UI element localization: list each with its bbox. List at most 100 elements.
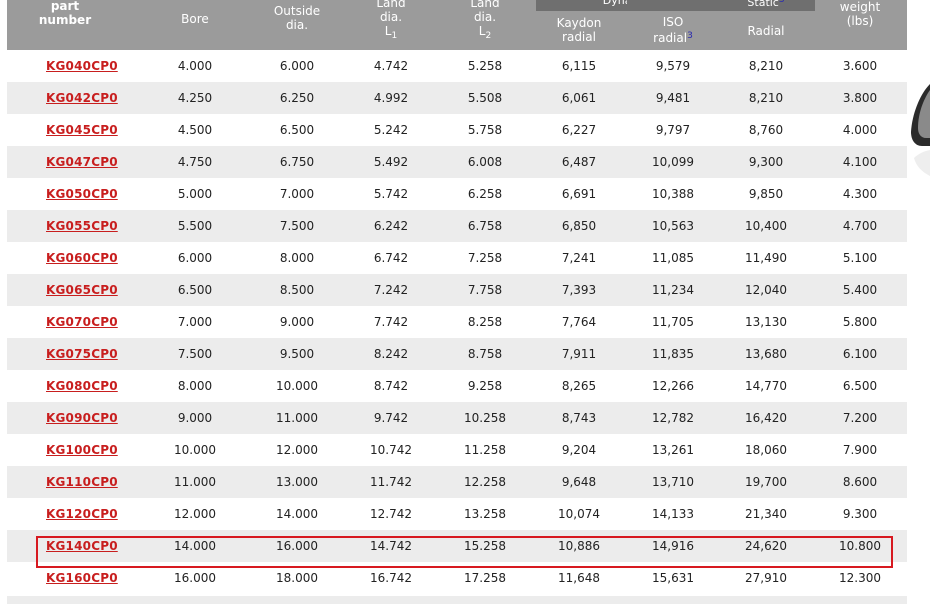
cell-kaydon-radial: 7,393: [531, 274, 627, 306]
cell-land-dia-l2: 15.258: [439, 530, 531, 562]
cell-kaydon-radial: 6,691: [531, 178, 627, 210]
part-number-link[interactable]: KG045CP0: [46, 123, 118, 137]
cell-kaydon-radial: 7,911: [531, 338, 627, 370]
cell-land-dia-l2: 10.258: [439, 402, 531, 434]
cell-land-dia-l1: 16.742: [343, 562, 439, 594]
part-number-link[interactable]: KG080CP0: [46, 379, 118, 393]
cell-kaydon-radial: 6,487: [531, 146, 627, 178]
cell-kaydon-radial: 6,850: [531, 210, 627, 242]
table-row: KG140CP0 14.000 16.000 14.742 15.258 10,886 14…: [7, 530, 907, 562]
cell-iso-radial: 10,563: [627, 210, 719, 242]
cell-iso-radial: 13,710: [627, 466, 719, 498]
cell-land-dia-l2: 13.258: [439, 498, 531, 530]
cell-land-dia-l2: 12.258: [439, 466, 531, 498]
cell-part-number: KG120CP0: [7, 498, 139, 530]
part-number-link[interactable]: KG070CP0: [46, 315, 118, 329]
part-number-link[interactable]: KG042CP0: [46, 91, 118, 105]
cell-weight: 3.600: [813, 50, 907, 82]
cell-land-dia-l1: 7.742: [343, 306, 439, 338]
part-number-link[interactable]: KG120CP0: [46, 507, 118, 521]
cell-part-number: KG045CP0: [7, 114, 139, 146]
table-row: KG065CP0 6.500 8.500 7.242 7.758 7,393 11,234 1…: [7, 274, 907, 306]
cell-bore: 4.250: [139, 82, 251, 114]
col-header-land-dia-l2: Land dia. L2: [439, 0, 531, 50]
cell-static-radial: 24,620: [719, 530, 813, 562]
cell-bore: 12.000: [139, 498, 251, 530]
cell-kaydon-radial: 10,074: [531, 498, 627, 530]
cell-part-number: KG140CP0: [7, 530, 139, 562]
cell-bore: 7.500: [139, 338, 251, 370]
cell-bore: 10.000: [139, 434, 251, 466]
cell-static-radial: 9,300: [719, 146, 813, 178]
cell-part-number: KG070CP0: [7, 306, 139, 338]
cell-kaydon-radial: 6,115: [531, 50, 627, 82]
cell-iso-radial: 10,099: [627, 146, 719, 178]
cell-land-dia-l1: 12.742: [343, 498, 439, 530]
cell-part-number: KG110CP0: [7, 466, 139, 498]
bearing-image-fragment: [911, 84, 930, 176]
cell-static-radial: 13,680: [719, 338, 813, 370]
bearing-spec-table: part number Bore Outside dia. Land dia. …: [7, 0, 907, 594]
cell-land-dia-l1: 10.742: [343, 434, 439, 466]
col-header-part-number: part number: [7, 0, 139, 50]
cell-part-number: KG090CP0: [7, 402, 139, 434]
cell-outside-dia: 6.750: [251, 146, 343, 178]
part-number-link[interactable]: KG055CP0: [46, 219, 118, 233]
cell-outside-dia: 9.000: [251, 306, 343, 338]
part-number-link[interactable]: KG040CP0: [46, 59, 118, 73]
part-number-link[interactable]: KG060CP0: [46, 251, 118, 265]
col-header-land-dia-l1: Land dia. L1: [343, 0, 439, 50]
table-row: KG047CP0 4.750 6.750 5.492 6.008 6,487 10,099 9…: [7, 146, 907, 178]
cell-land-dia-l2: 8.758: [439, 338, 531, 370]
part-number-link[interactable]: KG050CP0: [46, 187, 118, 201]
cell-iso-radial: 12,266: [627, 370, 719, 402]
cell-land-dia-l1: 14.742: [343, 530, 439, 562]
cell-land-dia-l1: 4.742: [343, 50, 439, 82]
cell-outside-dia: 6.500: [251, 114, 343, 146]
cell-weight: 8.600: [813, 466, 907, 498]
cell-land-dia-l2: 5.508: [439, 82, 531, 114]
table-row: KG090CP0 9.000 11.000 9.742 10.258 8,743 12,78…: [7, 402, 907, 434]
cell-part-number: KG060CP0: [7, 242, 139, 274]
part-number-link[interactable]: KG065CP0: [46, 283, 118, 297]
cell-land-dia-l2: 8.258: [439, 306, 531, 338]
cell-land-dia-l1: 7.242: [343, 274, 439, 306]
cell-iso-radial: 13,261: [627, 434, 719, 466]
cell-land-dia-l1: 5.742: [343, 178, 439, 210]
cell-static-radial: 8,210: [719, 50, 813, 82]
cell-static-radial: 18,060: [719, 434, 813, 466]
cell-bore: 4.500: [139, 114, 251, 146]
cell-static-radial: 16,420: [719, 402, 813, 434]
cell-land-dia-l1: 6.742: [343, 242, 439, 274]
part-number-link[interactable]: KG110CP0: [46, 475, 118, 489]
part-number-link[interactable]: KG160CP0: [46, 571, 118, 585]
cell-land-dia-l2: 11.258: [439, 434, 531, 466]
cell-static-radial: 12,040: [719, 274, 813, 306]
cell-outside-dia: 12.000: [251, 434, 343, 466]
part-number-link[interactable]: KG090CP0: [46, 411, 118, 425]
part-number-link[interactable]: KG140CP0: [46, 539, 118, 553]
cell-outside-dia: 18.000: [251, 562, 343, 594]
part-number-link[interactable]: KG075CP0: [46, 347, 118, 361]
col-header-static-radial: Static3 Radial: [719, 0, 815, 50]
part-number-link[interactable]: KG100CP0: [46, 443, 118, 457]
cell-static-radial: 27,910: [719, 562, 813, 594]
cell-kaydon-radial: 9,204: [531, 434, 627, 466]
cell-static-radial: 14,770: [719, 370, 813, 402]
cell-land-dia-l1: 5.492: [343, 146, 439, 178]
table-body: KG040CP0 4.000 6.000 4.742 5.258 6,115 9,579 8,…: [7, 50, 907, 594]
dynamic-group-band-cont: [627, 0, 719, 11]
cell-static-radial: 13,130: [719, 306, 813, 338]
cell-static-radial: 11,490: [719, 242, 813, 274]
next-row-partial: [7, 596, 907, 604]
cell-outside-dia: 13.000: [251, 466, 343, 498]
part-number-link[interactable]: KG047CP0: [46, 155, 118, 169]
cell-weight: 5.800: [813, 306, 907, 338]
cell-bore: 7.000: [139, 306, 251, 338]
table-row: KG100CP0 10.000 12.000 10.742 11.258 9,204 13,…: [7, 434, 907, 466]
cell-kaydon-radial: 8,743: [531, 402, 627, 434]
cell-weight: 7.200: [813, 402, 907, 434]
cell-iso-radial: 11,705: [627, 306, 719, 338]
cell-weight: 3.800: [813, 82, 907, 114]
cell-part-number: KG100CP0: [7, 434, 139, 466]
